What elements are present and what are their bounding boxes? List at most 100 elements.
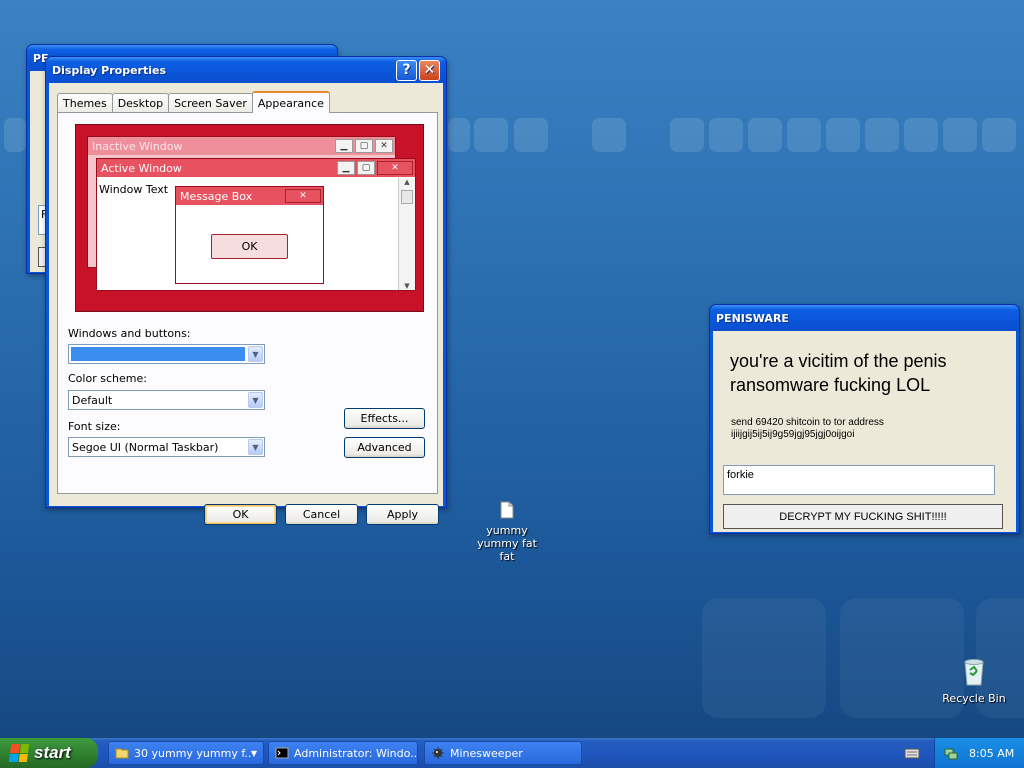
tab-desktop[interactable]: Desktop (111, 93, 170, 113)
preview-ok-button: OK (211, 234, 288, 259)
desktop-decor (592, 118, 626, 152)
preview-message-box: Message Box ✕ OK (175, 186, 324, 284)
windows-buttons-swatch (71, 347, 245, 361)
desktop-decor (982, 118, 1016, 152)
start-button[interactable]: start (0, 738, 98, 768)
desktop-decor (514, 118, 548, 152)
tab-themes[interactable]: Themes (57, 93, 113, 113)
desktop-decor (865, 118, 899, 152)
clock[interactable]: 8:05 AM (969, 747, 1014, 760)
color-scheme-select[interactable]: Default ▼ (68, 390, 265, 410)
command-prompt-icon (275, 746, 289, 760)
close-icon: ✕ (377, 161, 413, 175)
taskbar-item-minesweeper[interactable]: Minesweeper (424, 741, 582, 765)
advanced-button[interactable]: Advanced (344, 437, 425, 458)
font-size-select[interactable]: Segoe UI (Normal Taskbar) ▼ (68, 437, 265, 457)
recycle-bin[interactable]: Recycle Bin (936, 656, 1012, 705)
minimize-icon: ▁ (337, 161, 355, 175)
preview-inactive-titlebar: Inactive Window ▁ ▢ ✕ (88, 137, 395, 155)
effects-button[interactable]: Effects... (344, 408, 425, 429)
desktop-decor (826, 118, 860, 152)
taskbar-item-folder[interactable]: 30 yummy yummy f... ▼ (108, 741, 264, 765)
taskbar-item-label: Administrator: Windo... (294, 746, 418, 760)
tab-screen-saver[interactable]: Screen Saver (168, 93, 253, 113)
recycle-bin-icon (958, 656, 990, 688)
taskbar-item-label: Minesweeper (450, 746, 523, 760)
taskbar-item-label: 30 yummy yummy f... (134, 746, 251, 760)
windows-buttons-select[interactable]: ▼ (68, 344, 265, 364)
desktop-decor (474, 118, 508, 152)
display-properties-client: Themes Desktop Screen Saver Appearance I… (49, 83, 443, 525)
windows-logo-icon (8, 744, 30, 762)
taskbar-item-cmd[interactable]: Administrator: Windo... (268, 741, 418, 765)
desktop-decor (904, 118, 938, 152)
scroll-up-icon: ▲ (404, 178, 410, 186)
desktop-file-icon[interactable]: yummy yummy fat fat (469, 500, 545, 563)
appearance-preview: Inactive Window ▁ ▢ ✕ Active Window ▁ ▢ … (75, 124, 424, 312)
file-icon (497, 500, 517, 520)
appearance-panel: Inactive Window ▁ ▢ ✕ Active Window ▁ ▢ … (57, 112, 438, 494)
key-input[interactable]: forkie (723, 465, 995, 495)
display-properties-titlebar[interactable]: Display Properties ? ✕ (46, 57, 446, 83)
close-button[interactable]: ✕ (419, 59, 440, 81)
system-tray: 8:05 AM (934, 738, 1024, 768)
desktop-file-label: yummy yummy fat fat (477, 524, 537, 563)
maximize-icon: ▢ (355, 139, 373, 153)
color-scheme-value: Default (72, 393, 113, 407)
chevron-down-icon: ▼ (250, 748, 257, 758)
preview-active-title: Active Window (101, 161, 182, 175)
apply-button[interactable]: Apply (366, 504, 439, 525)
close-icon: ✕ (375, 139, 393, 153)
desktop-decor (448, 118, 470, 152)
desktop-decor (787, 118, 821, 152)
display-properties-title: Display Properties (52, 63, 167, 77)
preview-inactive-title: Inactive Window (92, 139, 183, 153)
ransom-heading: you're a vicitim of the penis ransomware… (730, 351, 947, 395)
preview-message-title: Message Box (180, 189, 253, 203)
network-icon[interactable] (943, 745, 959, 761)
desktop-decor (702, 598, 826, 718)
maximize-icon: ▢ (357, 161, 375, 175)
preview-message-titlebar: Message Box ✕ (176, 187, 323, 205)
ok-button[interactable]: OK (204, 504, 277, 525)
desktop-decor (709, 118, 743, 152)
chevron-down-icon[interactable]: ▼ (248, 392, 263, 408)
penisware-titlebar[interactable]: PENISWARE (710, 305, 1019, 331)
ransom-line-2: ijiijgij5ij5ij9g59jgj95jgj0oijgoi (731, 429, 855, 440)
preview-active-titlebar: Active Window ▁ ▢ ✕ (97, 159, 415, 177)
ransom-instructions: send 69420 shitcoin to tor address ijiij… (731, 417, 884, 441)
tab-appearance[interactable]: Appearance (251, 91, 330, 113)
chevron-down-icon[interactable]: ▼ (248, 346, 263, 362)
close-icon: ✕ (423, 62, 436, 78)
penisware-title: PENISWARE (716, 311, 789, 325)
penisware-client: you're a vicitim of the penis ransomware… (713, 331, 1016, 532)
windows-buttons-label: Windows and buttons: (68, 327, 191, 340)
start-label: start (34, 743, 71, 762)
help-button[interactable]: ? (396, 59, 417, 81)
penisware-window[interactable]: PENISWARE you're a vicitim of the penis … (709, 304, 1020, 534)
desktop-decor (943, 118, 977, 152)
scroll-down-icon: ▼ (404, 282, 410, 290)
preview-scrollbar: ▲ ▼ (398, 178, 415, 290)
font-size-value: Segoe UI (Normal Taskbar) (72, 440, 219, 454)
taskbar: start 30 yummy yummy f... ▼ Administrato… (0, 738, 1024, 768)
minimize-icon: ▁ (335, 139, 353, 153)
ransom-line-1: send 69420 shitcoin to tor address (731, 417, 884, 428)
folder-icon (115, 746, 129, 760)
chevron-down-icon[interactable]: ▼ (248, 439, 263, 455)
desktop-decor (748, 118, 782, 152)
question-icon: ? (402, 62, 411, 78)
desktop-decor (670, 118, 704, 152)
display-properties-window[interactable]: Display Properties ? ✕ Themes Desktop Sc… (45, 56, 447, 525)
scroll-thumb (401, 190, 413, 204)
mine-icon (431, 746, 445, 760)
close-icon: ✕ (285, 189, 321, 203)
cancel-button[interactable]: Cancel (285, 504, 358, 525)
keyboard-icon[interactable] (904, 746, 920, 760)
desktop-decor (4, 118, 26, 152)
recycle-bin-label: Recycle Bin (942, 692, 1006, 705)
color-scheme-label: Color scheme: (68, 372, 147, 385)
tab-strip: Themes Desktop Screen Saver Appearance (57, 91, 330, 113)
decrypt-button[interactable]: DECRYPT MY FUCKING SHIT!!!!! (723, 504, 1003, 529)
preview-window-text: Window Text (99, 183, 169, 196)
